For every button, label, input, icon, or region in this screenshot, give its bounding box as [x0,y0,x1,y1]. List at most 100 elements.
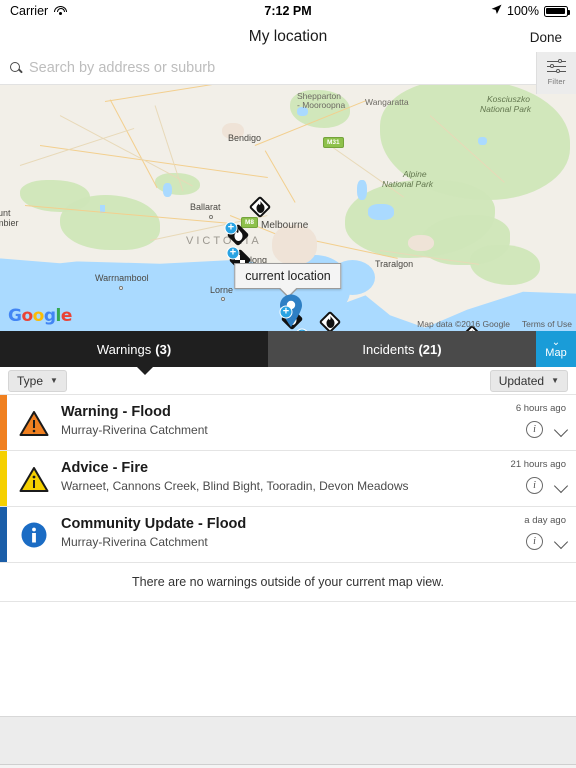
map-label-park: Kosciuszko [487,94,530,104]
row-severity-stripe [0,395,7,450]
map-attribution: Map data ©2016 Google Terms of Use [417,319,572,329]
cluster-plus-badge[interactable]: + [224,221,238,235]
list-bottom-space [0,602,576,690]
terms-of-use-link[interactable]: Terms of Use [522,319,572,329]
map-label-state: VICTORIA [186,235,262,247]
filter-button-label: Filter [547,77,566,86]
map-route-shield: M31 [323,137,344,148]
fire-icon [249,196,271,218]
tab-warnings-count: (3) [155,341,172,357]
row-title: Warning - Flood [61,404,171,420]
fire-icon [319,311,341,331]
row-severity-stripe [0,451,7,506]
map-city-dot [221,297,225,301]
tab-incidents-count: (21) [418,341,442,357]
cluster-plus-badge[interactable]: + [226,246,240,260]
chevron-down-icon[interactable] [555,423,568,436]
list-filter-bar: Type ▼ Updated ▼ [0,367,576,395]
row-timestamp: a day ago [524,515,566,526]
row-subtitle: Warneet, Cannons Creek, Blind Bight, Too… [61,479,409,493]
tab-warnings-label: Warnings [96,341,152,357]
row-action-buttons: i [526,533,568,550]
tab-incidents[interactable]: Incidents (21) [268,331,536,367]
status-bar-time: 7:12 PM [264,4,312,18]
list-item[interactable]: Warning - Flood Murray-Riverina Catchmen… [0,395,576,451]
row-text: Warning - Flood Murray-Riverina Catchmen… [61,395,490,437]
sliders-icon [547,59,566,75]
empty-state-message: There are no warnings outside of your cu… [0,563,576,602]
fire-marker[interactable] [248,195,272,219]
app-root: Carrier 7:12 PM 100% My location Done Fi… [0,0,576,768]
map-water [163,183,172,197]
map-urban-area [272,225,317,265]
row-title: Community Update - Flood [61,516,247,532]
current-location-tooltip: current location [234,263,342,298]
battery-full-icon [544,5,571,17]
map-label-city: Traralgon [375,259,414,269]
chevron-down-icon[interactable] [555,535,568,548]
row-subtitle: Murray-Riverina Catchment [61,423,208,437]
map-city-dot [209,215,213,219]
map-toggle-button[interactable]: ⌄ Map [536,331,576,367]
row-title: Advice - Fire [61,460,149,476]
row-action-buttons: i [526,477,568,494]
fire-marker[interactable] [318,310,342,331]
map-label-city: Lorne [210,285,234,295]
navigation-bar: My location Done [0,22,576,52]
map-label-park: National Park [382,179,434,189]
location-arrow-icon [491,4,502,18]
map-label-city: Wangaratta [365,97,409,107]
map-water [183,267,201,277]
type-filter-label: Type [17,373,44,388]
chevron-down-icon[interactable] [555,479,568,492]
active-tab-caret [136,366,154,375]
map-water [368,204,394,220]
row-timestamp: 21 hours ago [510,459,566,470]
tab-incidents-label: Incidents [362,341,415,357]
status-bar-right: 100% [491,4,571,18]
search-input[interactable] [29,60,576,76]
row-actions: 21 hours ago i [490,451,576,507]
info-circle-icon[interactable]: i [526,477,543,494]
row-timestamp: 6 hours ago [515,403,566,414]
sort-dropdown[interactable]: Updated ▼ [489,369,568,392]
battery-percent-label: 100% [507,4,539,18]
map-view[interactable]: VICTORIA Shepparton - Mooroopna Wangarat… [0,85,576,331]
row-subtitle: Murray-Riverina Catchment [61,535,208,549]
map-label-park: National Park [480,104,532,114]
info-circle-icon[interactable]: i [526,421,543,438]
map-data-credit: Map data ©2016 Google [417,319,510,329]
row-severity-stripe [0,507,7,562]
footer-bar [0,716,576,768]
sort-label: Updated [498,373,545,388]
list-item[interactable]: Advice - Fire Warneet, Cannons Creek, Bl… [0,451,576,507]
map-water [192,281,204,288]
map-city-dot [119,286,123,290]
map-label-city: Warrnambool [95,273,149,283]
search-bar: Filter [0,52,576,94]
row-action-buttons: i [526,421,568,438]
map-urban-area [408,235,434,251]
tab-warnings[interactable]: Warnings (3) [0,331,268,367]
map-label-park: Alpine [403,169,427,179]
map-toggle-label: Map [545,347,567,359]
map-water [357,180,367,200]
caret-down-icon: ▼ [551,376,559,385]
map-label-city: mbier [0,218,19,228]
done-button[interactable]: Done [530,30,562,45]
chevron-down-icon: ⌄ [551,337,561,348]
filter-button[interactable]: Filter [536,52,576,94]
row-actions: a day ago i [490,507,576,563]
map-water [478,137,487,145]
type-filter-dropdown[interactable]: Type ▼ [8,369,67,392]
info-circle-icon[interactable]: i [526,533,543,550]
caret-down-icon: ▼ [50,376,58,385]
tab-bar: Warnings (3) Incidents (21) ⌄ Map [0,331,576,375]
row-text: Community Update - Flood Murray-Riverina… [61,507,490,549]
row-text: Advice - Fire Warneet, Cannons Creek, Bl… [61,451,490,493]
cluster-plus-badge[interactable]: + [279,305,293,319]
list-item[interactable]: Community Update - Flood Murray-Riverina… [0,507,576,563]
warnings-list: Warning - Flood Murray-Riverina Catchmen… [0,395,576,602]
advice-triangle-yellow-icon [7,451,61,507]
map-label-city: unt [0,208,11,218]
